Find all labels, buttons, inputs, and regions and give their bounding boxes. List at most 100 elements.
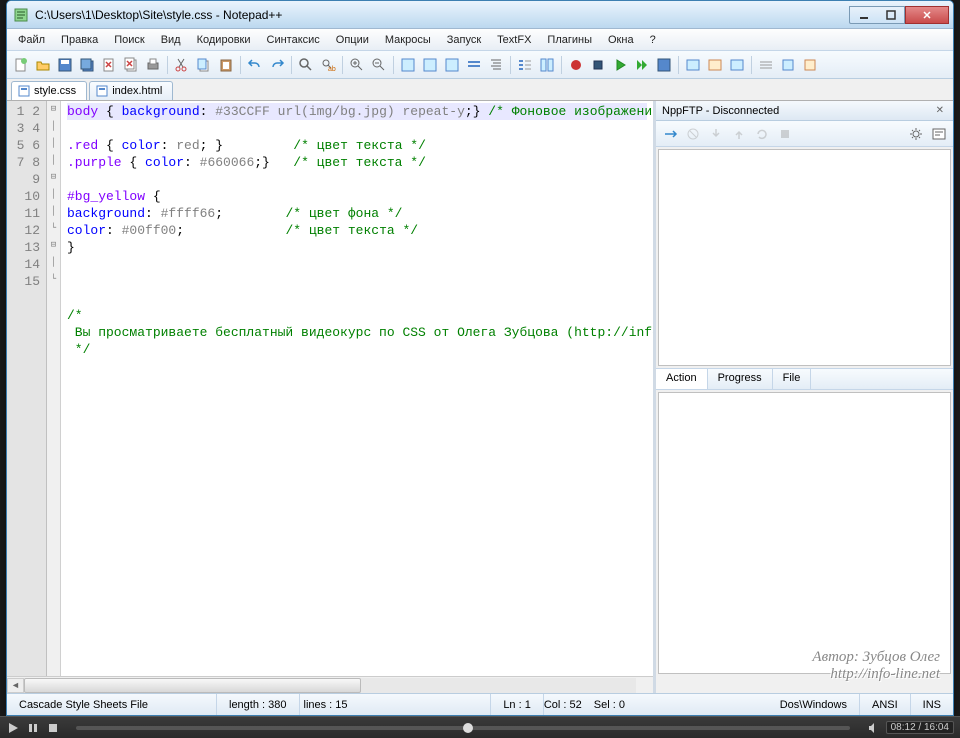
- player-pause-icon[interactable]: [26, 721, 40, 735]
- ftp-tree[interactable]: [658, 149, 951, 366]
- menu-encoding[interactable]: Кодировки: [190, 32, 258, 48]
- paste-icon[interactable]: [216, 55, 236, 75]
- tool-icon[interactable]: [800, 55, 820, 75]
- fold-gutter[interactable]: ⊟│││⊟││└⊟│└: [47, 101, 61, 676]
- menu-options[interactable]: Опции: [329, 32, 376, 48]
- find-icon[interactable]: [296, 55, 316, 75]
- status-mode: INS: [911, 694, 953, 715]
- file-icon: [96, 85, 108, 97]
- panel-title: NppFTP - Disconnected: [662, 105, 779, 117]
- menu-search[interactable]: Поиск: [107, 32, 151, 48]
- panel-close-icon[interactable]: ✕: [933, 105, 947, 116]
- disconnect-icon[interactable]: [683, 124, 703, 144]
- menu-plugins[interactable]: Плагины: [540, 32, 599, 48]
- record-icon[interactable]: [566, 55, 586, 75]
- redo-icon[interactable]: [267, 55, 287, 75]
- replace-icon[interactable]: ab: [318, 55, 338, 75]
- line-gutter: 1 2 3 4 5 6 7 8 9 10 11 12 13 14 15: [7, 101, 47, 676]
- nppftp-panel: NppFTP - Disconnected ✕ Action Progress …: [653, 101, 953, 693]
- save-macro-icon[interactable]: [654, 55, 674, 75]
- tab-index-html[interactable]: index.html: [89, 81, 173, 100]
- tool-icon[interactable]: [464, 55, 484, 75]
- tab-label: style.css: [34, 85, 76, 97]
- tab-style-css[interactable]: style.css: [11, 81, 87, 100]
- svg-text:ab: ab: [328, 66, 336, 73]
- code-content[interactable]: body { background: #33CCFF url(img/bg.jp…: [61, 101, 653, 676]
- menu-view[interactable]: Вид: [154, 32, 188, 48]
- tool-icon[interactable]: [705, 55, 725, 75]
- tool-icon[interactable]: [778, 55, 798, 75]
- close-all-icon[interactable]: [121, 55, 141, 75]
- zoom-out-icon[interactable]: [369, 55, 389, 75]
- panel-hscrollbar[interactable]: [656, 676, 953, 693]
- tool-icon[interactable]: [486, 55, 506, 75]
- save-all-icon[interactable]: [77, 55, 97, 75]
- status-eol: Dos\Windows: [768, 694, 860, 715]
- new-file-icon[interactable]: [11, 55, 31, 75]
- editor-hscrollbar[interactable]: ◄►: [7, 676, 653, 693]
- settings-icon[interactable]: [906, 124, 926, 144]
- titlebar[interactable]: C:\Users\1\Desktop\Site\style.css - Note…: [7, 1, 953, 29]
- tool-icon[interactable]: [683, 55, 703, 75]
- status-col: Col : 52: [544, 694, 594, 715]
- maximize-button[interactable]: [877, 6, 905, 24]
- copy-icon[interactable]: [194, 55, 214, 75]
- tool-icon[interactable]: [537, 55, 557, 75]
- panel-tab-progress[interactable]: Progress: [708, 369, 773, 389]
- close-file-icon[interactable]: [99, 55, 119, 75]
- file-icon: [18, 85, 30, 97]
- minimize-button[interactable]: [849, 6, 877, 24]
- tool-icon[interactable]: [420, 55, 440, 75]
- player-time: 08:12 / 16:04: [886, 721, 954, 734]
- menubar: Файл Правка Поиск Вид Кодировки Синтакси…: [7, 29, 953, 51]
- window-title: C:\Users\1\Desktop\Site\style.css - Note…: [35, 8, 849, 22]
- play-icon[interactable]: [610, 55, 630, 75]
- upload-icon[interactable]: [729, 124, 749, 144]
- close-button[interactable]: [905, 6, 949, 24]
- player-play-icon[interactable]: [6, 721, 20, 735]
- play-multi-icon[interactable]: [632, 55, 652, 75]
- panel-content[interactable]: [658, 392, 951, 674]
- connect-icon[interactable]: [660, 124, 680, 144]
- toolbar: ab: [7, 51, 953, 79]
- abort-icon[interactable]: [775, 124, 795, 144]
- menu-windows[interactable]: Окна: [601, 32, 641, 48]
- zoom-in-icon[interactable]: [347, 55, 367, 75]
- open-file-icon[interactable]: [33, 55, 53, 75]
- status-sel: Sel : 0: [594, 694, 637, 715]
- menu-syntax[interactable]: Синтаксис: [260, 32, 327, 48]
- tool-icon[interactable]: [756, 55, 776, 75]
- print-icon[interactable]: [143, 55, 163, 75]
- menu-file[interactable]: Файл: [11, 32, 52, 48]
- tool-icon[interactable]: [727, 55, 747, 75]
- statusbar: Cascade Style Sheets File length : 380 l…: [7, 693, 953, 715]
- status-filetype: Cascade Style Sheets File: [7, 694, 217, 715]
- app-window: C:\Users\1\Desktop\Site\style.css - Note…: [6, 0, 954, 716]
- player-stop-icon[interactable]: [46, 721, 60, 735]
- status-enc: ANSI: [860, 694, 911, 715]
- cut-icon[interactable]: [172, 55, 192, 75]
- panel-tab-file[interactable]: File: [773, 369, 812, 389]
- menu-help[interactable]: ?: [643, 32, 663, 48]
- save-icon[interactable]: [55, 55, 75, 75]
- stop-icon[interactable]: [588, 55, 608, 75]
- download-icon[interactable]: [706, 124, 726, 144]
- undo-icon[interactable]: [245, 55, 265, 75]
- video-player-bar: 08:12 / 16:04: [0, 716, 960, 738]
- player-seek-slider[interactable]: [76, 726, 850, 730]
- refresh-icon[interactable]: [752, 124, 772, 144]
- menu-run[interactable]: Запуск: [440, 32, 488, 48]
- console-icon[interactable]: [929, 124, 949, 144]
- status-lines: lines : 15: [300, 694, 360, 715]
- status-ln: Ln : 1: [490, 694, 544, 715]
- code-editor[interactable]: 1 2 3 4 5 6 7 8 9 10 11 12 13 14 15 ⊟│││…: [7, 101, 653, 676]
- tab-bar: style.css index.html: [7, 79, 953, 101]
- panel-tab-action[interactable]: Action: [656, 369, 708, 389]
- player-volume-icon[interactable]: [866, 721, 880, 735]
- menu-textfx[interactable]: TextFX: [490, 32, 538, 48]
- tool-icon[interactable]: [515, 55, 535, 75]
- menu-macros[interactable]: Макросы: [378, 32, 438, 48]
- tool-icon[interactable]: [442, 55, 462, 75]
- tool-icon[interactable]: [398, 55, 418, 75]
- menu-edit[interactable]: Правка: [54, 32, 105, 48]
